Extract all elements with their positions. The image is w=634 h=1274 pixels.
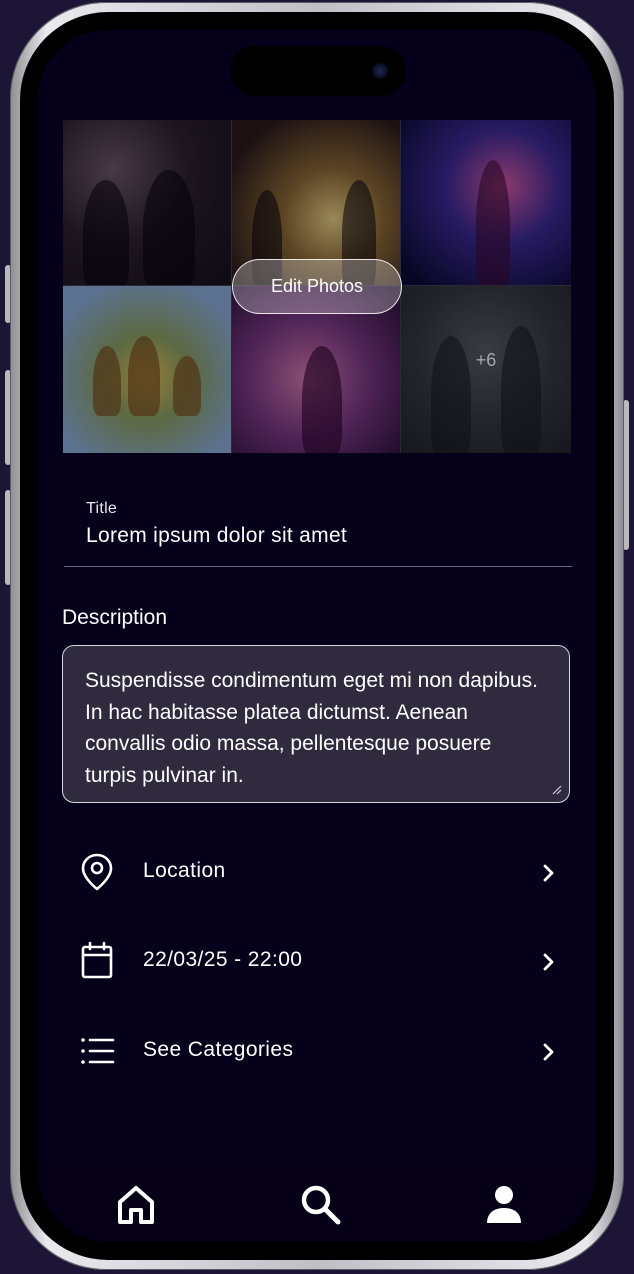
nav-profile[interactable]: [480, 1180, 528, 1228]
app-screen: +6 Edit Photos Title Lorem ipsum dolor s…: [38, 30, 596, 1242]
page: +6 Edit Photos Title Lorem ipsum dolor s…: [0, 0, 634, 1274]
party-photo-6[interactable]: +6: [401, 286, 571, 453]
dynamic-island: [230, 46, 406, 96]
home-icon: [118, 1186, 154, 1224]
date-time-row[interactable]: 22/03/25 - 22:00: [62, 931, 572, 991]
search-icon: [301, 1185, 341, 1225]
description-label: Description: [62, 606, 168, 629]
categories-label: See Categories: [143, 1038, 294, 1061]
party-photo-4[interactable]: [63, 286, 232, 453]
location-pin-icon: [81, 853, 113, 891]
nav-search[interactable]: [296, 1180, 344, 1228]
camera-icon: [372, 63, 388, 79]
location-row[interactable]: Location: [62, 842, 572, 902]
title-underline: [64, 566, 572, 567]
profile-icon: [487, 1186, 521, 1223]
chevron-right-icon: [543, 864, 554, 882]
calendar-icon: [81, 941, 113, 979]
list-icon: [81, 1038, 115, 1064]
chevron-right-icon: [543, 1043, 554, 1061]
title-label: Title: [86, 500, 118, 517]
description-textarea[interactable]: Suspendisse condimentum eget mi non dapi…: [62, 645, 570, 803]
party-photo-3[interactable]: [401, 120, 571, 286]
resize-handle-icon[interactable]: [552, 785, 562, 795]
more-photos-count[interactable]: +6: [401, 350, 571, 371]
title-input[interactable]: Lorem ipsum dolor sit amet: [86, 524, 347, 548]
bottom-navigation: [38, 1164, 596, 1242]
date-time-label: 22/03/25 - 22:00: [143, 948, 303, 971]
nav-home[interactable]: [112, 1180, 160, 1228]
description-text: Suspendisse condimentum eget mi non dapi…: [85, 669, 538, 787]
categories-row[interactable]: See Categories: [62, 1021, 572, 1081]
chevron-right-icon: [543, 953, 554, 971]
party-photo-1[interactable]: [63, 120, 232, 286]
location-label: Location: [143, 859, 226, 882]
edit-photos-button[interactable]: Edit Photos: [232, 259, 402, 314]
